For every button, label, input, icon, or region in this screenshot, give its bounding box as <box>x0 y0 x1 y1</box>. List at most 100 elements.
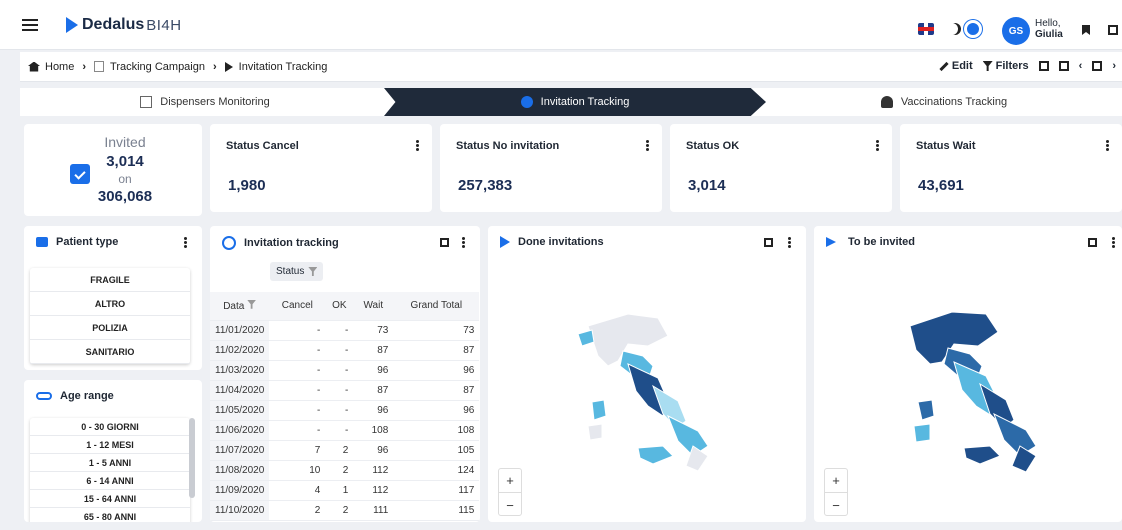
table-cell: 4 <box>269 480 326 501</box>
table-cell: 108 <box>353 420 394 441</box>
column-header[interactable]: Data <box>210 292 270 321</box>
step-vaccinations-tracking[interactable]: Vaccinations Tracking <box>766 88 1122 116</box>
briefcase-icon <box>36 237 48 247</box>
logo[interactable]: Dedalus BI4H <box>66 16 182 34</box>
chevron-right-nav-icon[interactable]: › <box>1112 60 1116 72</box>
table-cell: 96 <box>353 360 394 381</box>
filters-button[interactable]: Filters <box>982 60 1029 72</box>
chevron-left-icon[interactable]: ‹ <box>1079 60 1083 72</box>
list-item[interactable]: POLIZIA <box>30 316 190 340</box>
send-circle-icon <box>520 96 533 108</box>
table-cell: 87 <box>393 340 480 361</box>
table-cell: - <box>269 420 326 441</box>
logo-brand: Dedalus <box>82 16 145 33</box>
table-cell: 117 <box>393 480 480 501</box>
list-item[interactable]: 0 - 30 GIORNI <box>30 418 190 436</box>
table-row: 11/09/2020 4 1 112 117 <box>210 480 480 501</box>
bookmark-icon[interactable] <box>1082 25 1090 35</box>
breadcrumb-tracking-campaign[interactable]: Tracking Campaign <box>110 61 205 73</box>
avatar[interactable]: GS <box>1002 17 1030 45</box>
moon-icon <box>946 23 958 35</box>
italy-map-to-be-invited[interactable] <box>894 304 1054 476</box>
table-cell: 11/04/2020 <box>210 380 270 401</box>
edit-button[interactable]: Edit <box>939 60 973 72</box>
toggle-knob <box>964 20 982 38</box>
more-icon[interactable] <box>416 140 419 151</box>
step-dispensers-monitoring[interactable]: Dispensers Monitoring <box>20 88 390 116</box>
panel-title-text: To be invited <box>848 236 916 248</box>
pencil-icon <box>939 61 949 71</box>
status-chip-label: Status <box>276 266 305 277</box>
zoom-out-button[interactable]: − <box>825 493 847 517</box>
table-cell: 112 <box>353 460 394 481</box>
menu-icon[interactable] <box>22 19 38 31</box>
fullscreen-icon[interactable] <box>1108 25 1118 35</box>
home-icon <box>28 61 40 72</box>
breadcrumb-home[interactable]: Home <box>45 61 74 73</box>
table-row: 11/04/2020- -87 87 <box>210 380 480 401</box>
more-icon[interactable] <box>184 237 187 248</box>
expand-icon[interactable] <box>1088 238 1097 247</box>
person-icon <box>880 96 893 108</box>
list-item[interactable]: FRAGILE <box>30 268 190 292</box>
share-icon[interactable] <box>1058 61 1069 71</box>
table-cell: 11/08/2020 <box>210 460 270 481</box>
expand-icon[interactable] <box>440 238 449 247</box>
more-icon[interactable] <box>1106 140 1109 151</box>
process-stepper: Dispensers Monitoring Invitation Trackin… <box>20 88 1122 116</box>
table-cell: 11/01/2020 <box>210 320 270 341</box>
more-icon[interactable] <box>462 237 465 248</box>
column-header[interactable]: OK <box>325 292 354 321</box>
column-header[interactable]: Cancel <box>269 292 326 321</box>
status-filter-chip[interactable]: Status <box>270 262 324 281</box>
glasses-icon <box>36 392 52 400</box>
uk-flag-icon[interactable] <box>918 23 934 35</box>
list-item[interactable]: 1 - 12 MESI <box>30 436 190 454</box>
list-item[interactable]: SANITARIO <box>30 340 190 364</box>
scrollbar[interactable] <box>189 418 195 498</box>
list-item[interactable]: 65 - 80 ANNI <box>30 508 190 522</box>
list-item[interactable]: ALTRO <box>30 292 190 316</box>
table-cell: 87 <box>393 380 480 401</box>
chevron-right-icon: › <box>82 60 87 73</box>
list-item[interactable]: 15 - 64 ANNI <box>30 490 190 508</box>
table-cell: 10 <box>269 460 326 481</box>
zoom-in-button[interactable]: + <box>499 469 521 493</box>
step-invitation-tracking[interactable]: Invitation Tracking <box>384 88 766 116</box>
age-range-panel: Age range 0 - 30 GIORNI 1 - 12 MESI 1 - … <box>24 380 202 522</box>
list-item[interactable]: 6 - 14 ANNI <box>30 472 190 490</box>
table-cell: 111 <box>353 500 394 521</box>
column-header[interactable]: Grand Total <box>393 292 480 321</box>
table-cell: 2 <box>325 440 354 461</box>
kpi-value: 43,691 <box>918 177 964 194</box>
grid-icon[interactable] <box>1092 61 1103 71</box>
table-cell: - <box>325 340 354 361</box>
filters-label: Filters <box>995 60 1029 72</box>
theme-toggle[interactable] <box>946 20 982 38</box>
zoom-out-button[interactable]: − <box>499 493 521 517</box>
column-header[interactable]: Wait <box>353 292 394 321</box>
table-cell: 2 <box>269 500 326 521</box>
more-icon[interactable] <box>646 140 649 151</box>
printer-icon <box>140 96 153 108</box>
kpi-card-wait: Status Wait 43,691 <box>900 124 1122 212</box>
invited-total: 306,068 <box>97 188 153 205</box>
italy-map-done[interactable] <box>568 306 728 476</box>
more-icon[interactable] <box>876 140 879 151</box>
kpi-value: 3,014 <box>688 177 726 194</box>
table-cell: - <box>325 420 354 441</box>
breadcrumb: Home › Tracking Campaign › Invitation Tr… <box>20 61 327 73</box>
zoom-in-button[interactable]: + <box>825 469 847 493</box>
table-cell: - <box>269 380 326 401</box>
more-icon[interactable] <box>1112 237 1115 248</box>
print-icon[interactable] <box>1038 61 1049 71</box>
kpi-title: Status Cancel <box>226 140 299 152</box>
expand-icon[interactable] <box>764 238 773 247</box>
list-item[interactable]: 1 - 5 ANNI <box>30 454 190 472</box>
table-cell: 87 <box>353 380 394 401</box>
zoom-control: + − <box>824 468 848 516</box>
table-cell: 87 <box>353 340 394 361</box>
header-text: Data <box>223 300 245 312</box>
more-icon[interactable] <box>788 237 791 248</box>
table-cell: 96 <box>393 400 480 421</box>
